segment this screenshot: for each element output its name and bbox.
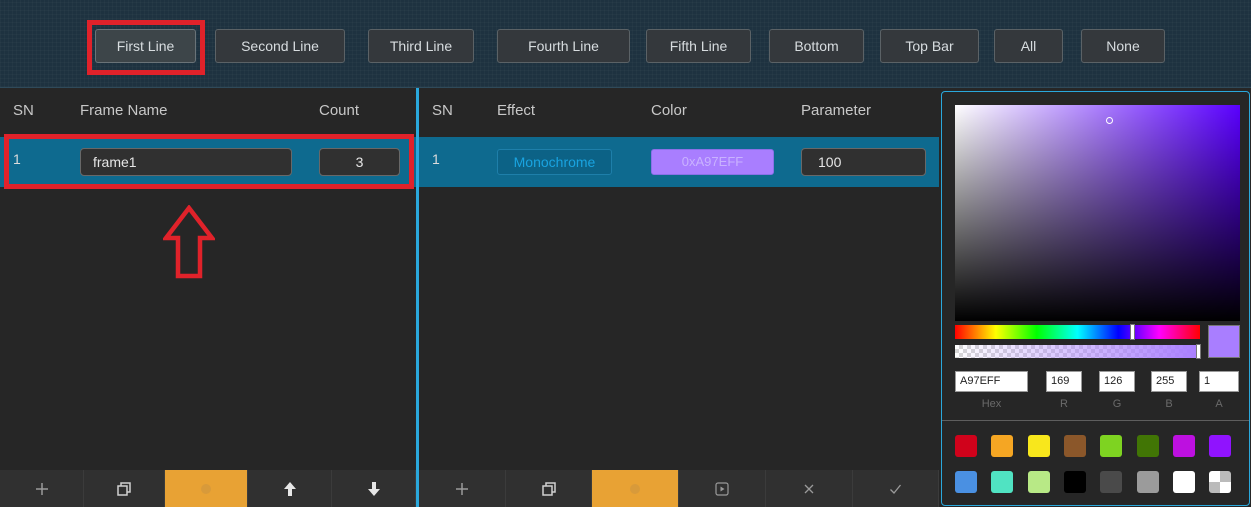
move-frame-up-button[interactable] [248,470,332,507]
color-swatch[interactable] [1027,471,1050,493]
third-line-button[interactable]: Third Line [368,29,474,63]
copy-frame-button[interactable] [84,470,165,507]
saturation-value-area[interactable] [955,105,1240,321]
hex-input[interactable]: A97EFF [955,371,1028,392]
confirm-effect-button[interactable] [853,470,939,507]
copy-effect-button[interactable] [506,470,592,507]
hue-slider-handle[interactable] [1130,324,1135,340]
effect-row-sn: 1 [432,151,440,167]
color-swatch[interactable] [1209,435,1232,457]
red-input[interactable]: 169 [1046,371,1082,392]
swatch-divider [942,420,1249,421]
alpha-slider[interactable] [955,344,1201,359]
effects-panel: SN Effect Color Parameter 1 Monochrome 0… [419,88,939,507]
frames-panel: SN Frame Name Count 1 frame1 3 [0,88,416,507]
color-picker: A97EFF 169 126 255 1 Hex R G B A [941,91,1250,506]
first-line-button[interactable]: First Line [95,29,196,63]
copy-icon [117,481,131,496]
color-swatch[interactable] [1027,435,1050,457]
fifth-line-button[interactable]: Fifth Line [646,29,751,63]
color-swatch[interactable] [1100,471,1123,493]
effect-color-field[interactable]: 0xA97EFF [651,149,774,175]
preview-effect-button[interactable] [679,470,766,507]
frames-bottom-toolbar [0,470,416,507]
delete-icon [630,483,640,494]
effect-select[interactable]: Monochrome [497,149,612,175]
alpha-slider-handle[interactable] [1196,344,1201,359]
color-swatch[interactable] [1209,471,1232,493]
hue-slider[interactable] [955,324,1200,340]
plus-icon [35,482,48,495]
frames-header-count: Count [319,102,360,119]
frames-header-name: Frame Name [80,102,168,119]
green-label: G [1112,398,1122,410]
red-label: R [1060,398,1068,410]
all-button[interactable]: All [994,29,1063,63]
color-swatch[interactable] [1063,435,1086,457]
annotation-arrow-up-icon [163,205,215,279]
bottom-button[interactable]: Bottom [769,29,864,63]
color-swatch[interactable] [1063,471,1086,493]
hex-label: Hex [981,398,1002,410]
color-preview-swatch [1208,325,1240,358]
frame-count-input[interactable]: 3 [319,148,400,176]
effects-header-color: Color [651,102,687,119]
saturation-cursor[interactable] [1106,117,1113,124]
color-swatch[interactable] [955,471,977,493]
top-bar-button[interactable]: Top Bar [880,29,979,63]
effects-bottom-toolbar [419,470,939,507]
second-line-button[interactable]: Second Line [215,29,345,63]
effects-header-effect: Effect [497,102,536,119]
arrow-up-icon [283,481,296,496]
color-swatch[interactable] [991,435,1014,457]
none-button[interactable]: None [1081,29,1165,63]
color-swatch[interactable] [1100,435,1123,457]
frames-header-sn: SN [13,102,34,119]
color-swatch[interactable] [1136,435,1159,457]
line-selection-toolbar: First Line Second Line Third Line Fourth… [0,0,1251,88]
color-swatch[interactable] [991,471,1014,493]
arrow-down-icon [367,481,380,496]
alpha-input[interactable]: 1 [1199,371,1239,392]
green-input[interactable]: 126 [1099,371,1135,392]
color-swatch[interactable] [1136,471,1159,493]
effects-header-sn: SN [432,102,453,119]
frame-name-input[interactable]: frame1 [80,148,292,176]
delete-icon [201,483,211,494]
fourth-line-button[interactable]: Fourth Line [497,29,630,63]
check-icon [890,484,902,494]
close-icon [804,484,814,493]
copy-icon [541,481,556,496]
add-frame-button[interactable] [0,470,84,507]
blue-label: B [1165,398,1173,410]
add-effect-button[interactable] [419,470,506,507]
blue-input[interactable]: 255 [1151,371,1187,392]
effects-header-parameter: Parameter [801,102,872,119]
plus-icon [456,482,468,495]
color-swatch[interactable] [1172,471,1195,493]
effect-parameter-input[interactable]: 100 [801,148,926,176]
cancel-effect-button[interactable] [766,470,853,507]
move-frame-down-button[interactable] [332,470,416,507]
delete-frame-button[interactable] [165,470,248,507]
frame-row-sn: 1 [13,151,21,167]
alpha-label: A [1215,398,1223,410]
color-swatch[interactable] [955,435,977,457]
color-swatch[interactable] [1172,435,1195,457]
delete-effect-button[interactable] [592,470,679,507]
play-icon [715,481,729,496]
